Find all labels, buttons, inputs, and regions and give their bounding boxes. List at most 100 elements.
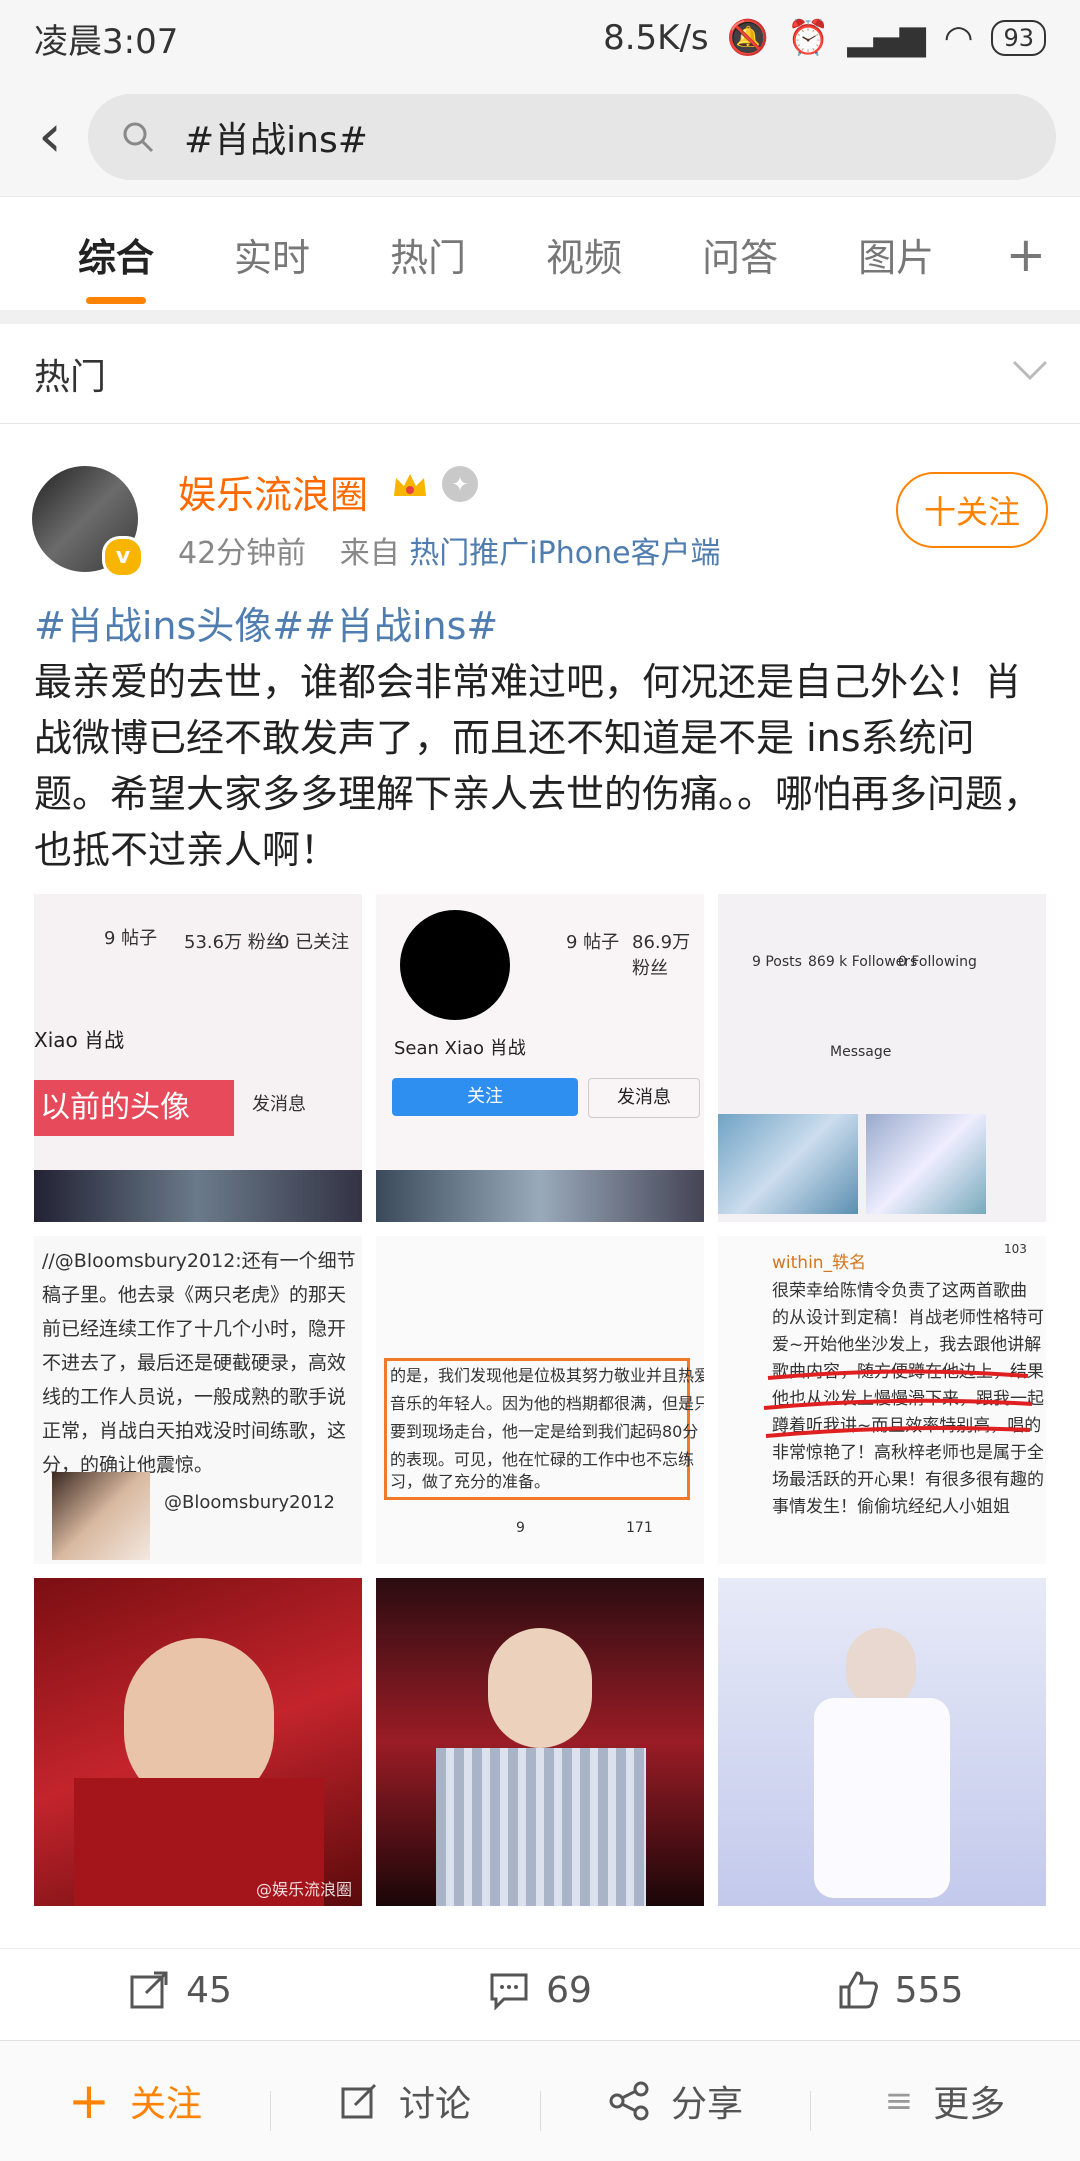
bottom-toolbar: + 关注 讨论 分享 ≡ 更多 bbox=[0, 2040, 1080, 2161]
repost-button[interactable]: 45 bbox=[0, 1949, 360, 2031]
image-text: 事情发生！偷偷坑经纪人小姐姐 bbox=[772, 1497, 1010, 1517]
share-label: 分享 bbox=[670, 2084, 743, 2125]
image-text: @Bloomsbury2012 bbox=[164, 1492, 335, 1513]
post-source[interactable]: 热门推广iPhone客户端 bbox=[409, 536, 720, 571]
image-text: Message bbox=[830, 1044, 892, 1060]
wifi-icon: ◠ bbox=[943, 18, 974, 58]
status-bar: 凌晨3:07 8.5K/s 🔕 ⏰ ▂▄▆ ◠ 93 bbox=[0, 0, 1080, 76]
edit-icon bbox=[341, 2083, 377, 2119]
bottom-follow-label: 关注 bbox=[129, 2084, 202, 2125]
image-text: 9 帖子 bbox=[104, 928, 158, 949]
image-text: 9 帖子 bbox=[566, 932, 620, 953]
image-5[interactable]: 的是，我们发现他是位极其努力敬业并且热爱 音乐的年轻人。因为他的档期都很满，但是… bbox=[376, 1236, 704, 1564]
bottom-follow-button[interactable]: + 关注 bbox=[0, 2075, 270, 2127]
discuss-label: 讨论 bbox=[398, 2084, 471, 2125]
image-text: 0 已关注 bbox=[278, 932, 350, 953]
chevron-down-icon[interactable] bbox=[1010, 350, 1050, 390]
follow-button[interactable]: 十关注 bbox=[896, 472, 1048, 548]
image-text: 171 bbox=[626, 1520, 653, 1536]
search-box[interactable] bbox=[88, 94, 1056, 180]
image-text: 9 bbox=[516, 1520, 525, 1536]
image-text: 场最活跃的开心果！有很多很有趣的 bbox=[772, 1470, 1044, 1490]
back-icon[interactable]: ‹ bbox=[20, 106, 80, 166]
tab-pictures[interactable]: 图片 bbox=[858, 227, 934, 282]
share-button[interactable]: 分享 bbox=[540, 2075, 810, 2131]
tab-hot[interactable]: 热门 bbox=[390, 227, 466, 282]
image-text: 正常，肖战白天拍戏没时间练歌，这 bbox=[42, 1420, 347, 1442]
image-9[interactable] bbox=[718, 1578, 1046, 1906]
image-7[interactable]: @娱乐流浪圈 bbox=[34, 1578, 362, 1906]
image-text: @娱乐流浪圈 bbox=[255, 1880, 352, 1899]
image-text: 要到现场走台，他一定是给到我们起码80分 bbox=[390, 1422, 699, 1441]
image-text: 53.6万 粉丝 bbox=[184, 932, 284, 953]
menu-icon: ≡ bbox=[884, 2081, 914, 2121]
image-text: 爱~开始他坐沙发上，我去跟他讲解 bbox=[772, 1335, 1042, 1355]
verified-badge-icon: v bbox=[102, 536, 144, 578]
image-text: 9 Posts bbox=[752, 954, 802, 970]
image-text: 以前的头像 bbox=[34, 1080, 234, 1136]
post-hashtags[interactable]: #肖战ins头像##肖战ins# bbox=[34, 604, 498, 648]
image-text: //@Bloomsbury2012:还有一个细节 bbox=[42, 1250, 356, 1272]
more-label: 更多 bbox=[933, 2084, 1006, 2125]
image-text: 103 bbox=[1004, 1242, 1027, 1256]
alarm-icon: ⏰ bbox=[786, 18, 830, 58]
image-text: 0 Following bbox=[898, 954, 977, 970]
search-icon bbox=[122, 121, 154, 153]
divider bbox=[0, 310, 1080, 324]
image-1[interactable]: 9 帖子 53.6万 粉丝 0 已关注 Xiao 肖战 以前的头像 发消息 bbox=[34, 894, 362, 1222]
section-title: 热门 bbox=[34, 356, 107, 398]
image-text: 不进去了，最后还是硬截硬录，高效 bbox=[42, 1352, 347, 1374]
comment-icon bbox=[490, 1973, 528, 2011]
image-text: 线的工作人员说，一般成熟的歌手说 bbox=[42, 1386, 347, 1408]
image-8[interactable] bbox=[376, 1578, 704, 1906]
image-2[interactable]: 9 帖子 86.9万 粉丝 Sean Xiao 肖战 关注 发消息 bbox=[376, 894, 704, 1222]
image-text: 音乐的年轻人。因为他的档期都很满，但是只 bbox=[390, 1394, 704, 1413]
from-label: 来自 bbox=[339, 536, 400, 571]
like-count: 555 bbox=[894, 1969, 964, 2011]
post-actions: 45 69 555 bbox=[0, 1948, 1080, 2031]
image-text: Xiao 肖战 bbox=[34, 1028, 125, 1052]
battery-indicator: 93 bbox=[991, 20, 1046, 56]
thumbs-up-icon bbox=[839, 1971, 878, 2009]
share-icon bbox=[609, 2081, 649, 2121]
crown-icon bbox=[394, 474, 426, 496]
repost-count: 45 bbox=[186, 1969, 232, 2011]
plus-icon: + bbox=[68, 2072, 110, 2130]
image-4[interactable]: //@Bloomsbury2012:还有一个细节 稿子里。他去录《两只老虎》的那… bbox=[34, 1236, 362, 1564]
username[interactable]: 娱乐流浪圈 bbox=[178, 464, 368, 519]
image-3[interactable]: 9 Posts 869 k Followers 0 Following Mess… bbox=[718, 894, 1046, 1222]
mute-icon: 🔕 bbox=[726, 18, 769, 58]
network-speed: 8.5K/s bbox=[603, 18, 709, 58]
tab-qa[interactable]: 问答 bbox=[702, 227, 778, 282]
image-text: Sean Xiao 肖战 bbox=[394, 1038, 526, 1059]
tab-realtime[interactable]: 实时 bbox=[234, 227, 310, 282]
medal-icon: ✦ bbox=[442, 466, 478, 502]
image-text: 86.9万 粉丝 bbox=[632, 932, 691, 979]
image-text: 的是，我们发现他是位极其努力敬业并且热爱 bbox=[390, 1366, 704, 1385]
like-button[interactable]: 555 bbox=[720, 1949, 1080, 2031]
image-text: 发消息 bbox=[588, 1078, 700, 1118]
image-text: 发消息 bbox=[252, 1094, 306, 1115]
image-text: within_轶名 bbox=[772, 1253, 867, 1273]
comment-count: 69 bbox=[546, 1969, 592, 2011]
tab-bar: 综合 实时 热门 视频 问答 图片 + bbox=[0, 196, 1080, 311]
image-text: 关注 bbox=[392, 1078, 578, 1116]
search-input[interactable] bbox=[182, 115, 986, 159]
tab-video[interactable]: 视频 bbox=[546, 227, 622, 282]
image-6[interactable]: within_轶名 很荣幸给陈情令负责了这两首歌曲 的从设计到定稿！肖战老师性格… bbox=[718, 1236, 1046, 1564]
image-text: 前已经连续工作了十几个小时，隐开 bbox=[42, 1318, 347, 1340]
tab-general[interactable]: 综合 bbox=[78, 227, 154, 304]
discuss-button[interactable]: 讨论 bbox=[270, 2075, 540, 2131]
more-button[interactable]: ≡ 更多 bbox=[810, 2075, 1080, 2131]
post-text: #肖战ins头像##肖战ins# 最亲爱的去世，谁都会非常难过吧，何况还是自己外… bbox=[34, 598, 1044, 878]
post-body: 最亲爱的去世，谁都会非常难过吧，何况还是自己外公！肖战微博已经不敢发声了，而且还… bbox=[34, 660, 1042, 872]
comment-button[interactable]: 69 bbox=[360, 1949, 720, 2031]
signal-icon: ▂▄▆ bbox=[847, 18, 926, 58]
image-text: 很荣幸给陈情令负责了这两首歌曲 bbox=[772, 1281, 1027, 1301]
image-text: 的从设计到定稿！肖战老师性格特可 bbox=[772, 1308, 1044, 1328]
repost-icon bbox=[130, 1971, 168, 2009]
post-meta: 42分钟前 来自 热门推广iPhone客户端 bbox=[178, 528, 721, 572]
section-header: 热门 bbox=[0, 324, 1080, 424]
image-text: 习，做了充分的准备。 bbox=[390, 1472, 551, 1491]
add-tab-icon[interactable]: + bbox=[1006, 227, 1046, 283]
